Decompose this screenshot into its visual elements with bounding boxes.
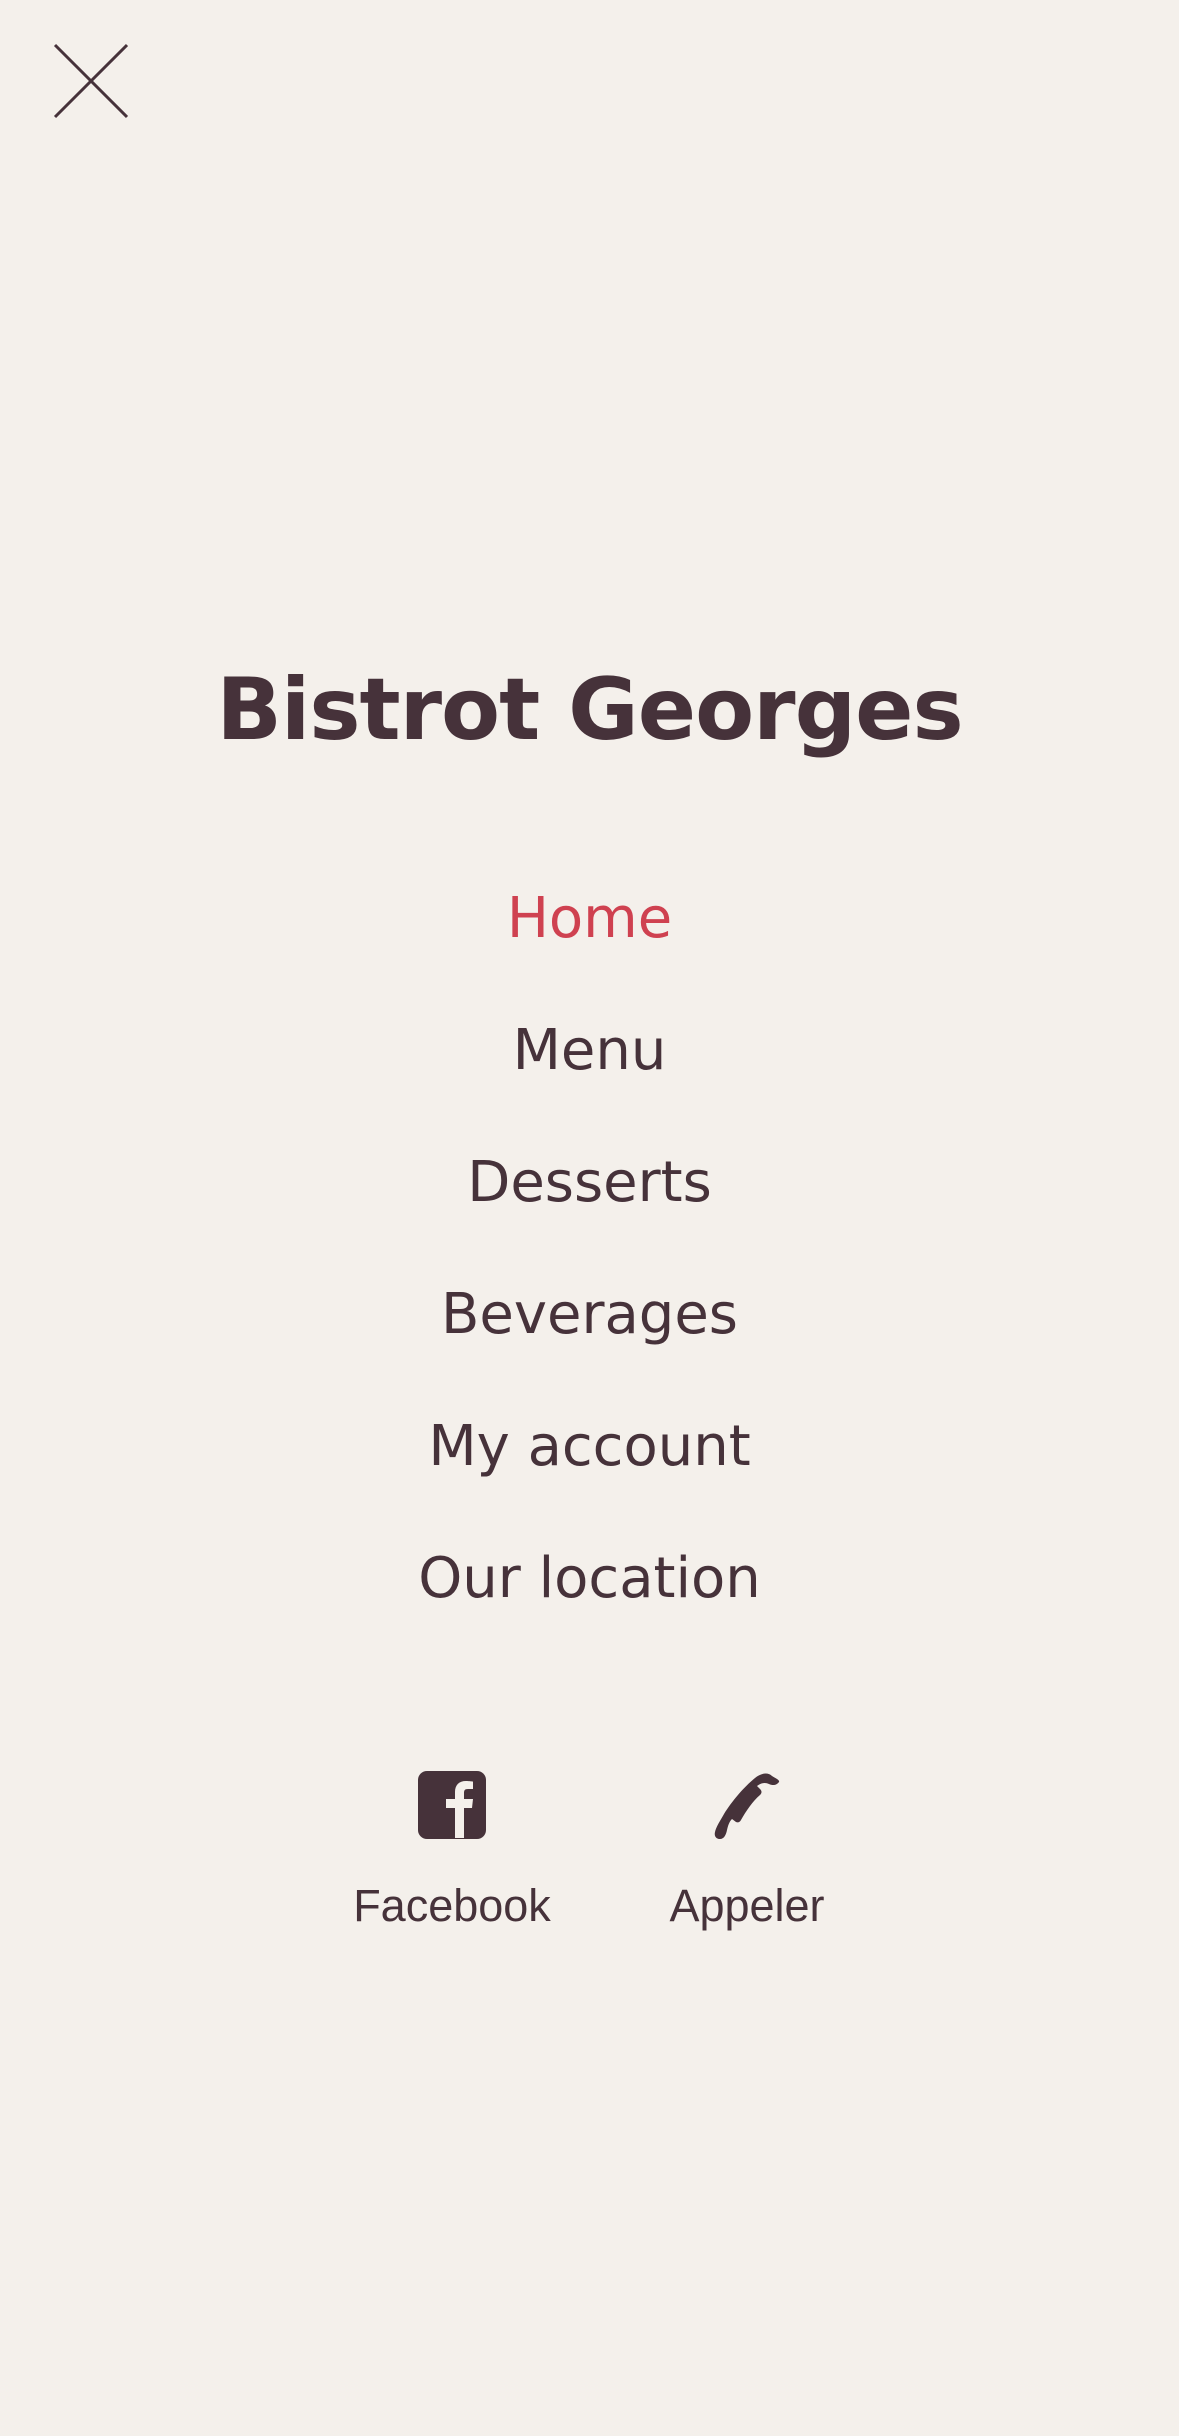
- nav-item-beverages: Beverages: [0, 1266, 1179, 1398]
- nav-item-menu: Menu: [0, 1002, 1179, 1134]
- main-navigation: Home Menu Desserts Beverages My account …: [0, 870, 1179, 1662]
- nav-link-my-account[interactable]: My account: [428, 1398, 750, 1496]
- nav-link-menu[interactable]: Menu: [513, 1002, 667, 1100]
- nav-link-home[interactable]: Home: [507, 870, 672, 968]
- call-label: Appeler: [669, 1880, 825, 1931]
- nav-item-desserts: Desserts: [0, 1134, 1179, 1266]
- nav-link-desserts[interactable]: Desserts: [467, 1134, 712, 1232]
- nav-link-beverages[interactable]: Beverages: [441, 1266, 738, 1364]
- nav-item-my-account: My account: [0, 1398, 1179, 1530]
- facebook-label: Facebook: [353, 1880, 551, 1931]
- contact-actions: Facebook Appeler: [0, 1770, 1179, 1960]
- nav-item-our-location: Our location: [0, 1530, 1179, 1662]
- restaurant-title: Bistrot Georges: [216, 660, 963, 760]
- nav-link-our-location[interactable]: Our location: [418, 1530, 761, 1628]
- facebook-icon: [418, 1771, 486, 1839]
- facebook-button[interactable]: Facebook: [322, 1770, 582, 1934]
- call-button[interactable]: Appeler: [617, 1770, 877, 1934]
- close-icon: [53, 43, 129, 119]
- nav-item-home: Home: [0, 870, 1179, 1002]
- close-button[interactable]: [45, 35, 135, 125]
- phone-icon: [714, 1773, 780, 1839]
